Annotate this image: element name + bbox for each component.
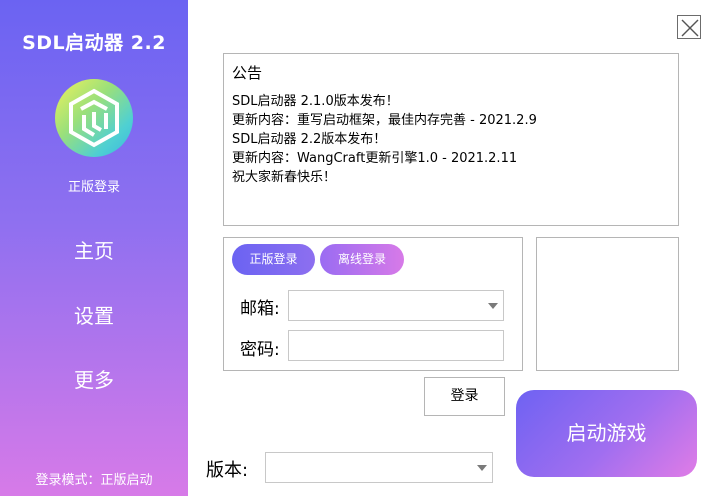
- announcement-line: 祝大家新春快乐！: [232, 170, 337, 185]
- nav-more[interactable]: 更多: [0, 364, 188, 393]
- sidebar: SDL启动器 2.2 正版登录 主页 设置 更多 登录模式：正版启动: [0, 0, 188, 496]
- announcement-line: SDL启动器 2.2版本发布！: [232, 132, 387, 147]
- announcement-line: 更新内容：WangCraft更新引擎1.0 - 2021.2.11: [232, 151, 518, 166]
- announcement-line: SDL启动器 2.1.0版本发布！: [232, 94, 399, 109]
- close-icon: [681, 19, 699, 37]
- online-login-tab[interactable]: 正版登录: [232, 244, 315, 275]
- app-title: SDL启动器 2.2: [22, 32, 166, 54]
- launch-game-button[interactable]: 启动游戏: [516, 390, 697, 477]
- announcement-title: 公告: [232, 64, 263, 82]
- email-label: 邮箱:: [240, 299, 280, 319]
- login-status: 正版登录: [67, 180, 120, 195]
- nav-home[interactable]: 主页: [0, 235, 188, 264]
- login-button[interactable]: 登录: [424, 377, 505, 416]
- announcement-line: 更新内容：重写启动框架，最佳内存完善 - 2021.2.9: [232, 113, 537, 128]
- nav-settings[interactable]: 设置: [0, 300, 188, 329]
- chevron-down-icon[interactable]: [477, 465, 487, 471]
- version-label: 版本:: [206, 460, 249, 481]
- offline-login-tab[interactable]: 离线登录: [320, 244, 404, 275]
- email-combobox[interactable]: [288, 290, 504, 321]
- announcement-box: 公告 SDL启动器 2.1.0版本发布！ 更新内容：重写启动框架，最佳内存完善 …: [223, 53, 679, 226]
- sdl-logo-icon: [55, 79, 133, 157]
- version-combobox[interactable]: [265, 452, 493, 483]
- password-label: 密码:: [240, 340, 280, 360]
- side-panel: [536, 237, 679, 371]
- chevron-down-icon[interactable]: [488, 303, 498, 309]
- password-field[interactable]: [288, 330, 504, 361]
- login-mode-status: 登录模式：正版启动: [35, 473, 153, 488]
- login-panel: 正版登录 离线登录 邮箱: 密码:: [223, 237, 523, 371]
- close-button[interactable]: [677, 15, 701, 39]
